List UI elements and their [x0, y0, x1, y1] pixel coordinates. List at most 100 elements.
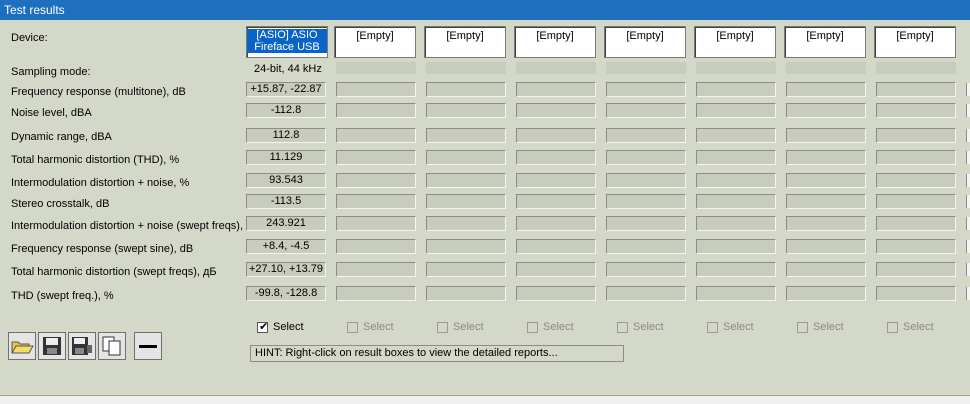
- select-checkbox-3[interactable]: Select: [437, 321, 484, 335]
- result-cell[interactable]: -113.5: [246, 194, 326, 209]
- result-cell[interactable]: [696, 216, 776, 231]
- select-checkbox-5[interactable]: Select: [617, 321, 664, 335]
- result-cell[interactable]: [606, 286, 686, 301]
- result-cell[interactable]: [336, 82, 416, 97]
- result-cell[interactable]: [876, 150, 956, 165]
- result-cell[interactable]: [336, 173, 416, 188]
- result-cell[interactable]: [786, 103, 866, 118]
- result-cell[interactable]: [696, 262, 776, 277]
- result-cell[interactable]: [336, 150, 416, 165]
- select-checkbox-7[interactable]: Select: [797, 321, 844, 335]
- result-cell[interactable]: [426, 262, 506, 277]
- result-cell[interactable]: [606, 150, 686, 165]
- device-box-4[interactable]: [Empty]: [514, 26, 596, 58]
- result-cell[interactable]: [876, 173, 956, 188]
- result-cell[interactable]: [426, 239, 506, 254]
- result-cell[interactable]: 112.8: [246, 128, 326, 143]
- result-cell[interactable]: [606, 82, 686, 97]
- result-cell[interactable]: 93.543: [246, 173, 326, 188]
- result-cell[interactable]: [516, 150, 596, 165]
- result-cell[interactable]: [426, 150, 506, 165]
- device-box-6[interactable]: [Empty]: [694, 26, 776, 58]
- result-cell[interactable]: [786, 216, 866, 231]
- result-cell[interactable]: 243.921: [246, 216, 326, 231]
- result-cell[interactable]: [426, 216, 506, 231]
- save-as-button[interactable]: [68, 332, 96, 360]
- result-cell[interactable]: [336, 262, 416, 277]
- result-cell[interactable]: [876, 239, 956, 254]
- device-box-7[interactable]: [Empty]: [784, 26, 866, 58]
- result-cell[interactable]: [696, 82, 776, 97]
- select-checkbox-2[interactable]: Select: [347, 321, 394, 335]
- remove-button[interactable]: [134, 332, 162, 360]
- result-cell[interactable]: [606, 173, 686, 188]
- result-cell[interactable]: [876, 262, 956, 277]
- result-cell[interactable]: [786, 194, 866, 209]
- result-cell[interactable]: [876, 194, 956, 209]
- result-cell[interactable]: [606, 194, 686, 209]
- result-cell[interactable]: [786, 239, 866, 254]
- result-cell[interactable]: +27.10, +13.79: [246, 262, 326, 277]
- result-cell[interactable]: [606, 216, 686, 231]
- result-cell[interactable]: [336, 286, 416, 301]
- result-cell[interactable]: [786, 286, 866, 301]
- result-cell[interactable]: +15.87, -22.87: [246, 82, 326, 97]
- result-cell[interactable]: [336, 103, 416, 118]
- result-cell[interactable]: [606, 103, 686, 118]
- result-cell[interactable]: [786, 262, 866, 277]
- device-box-8[interactable]: [Empty]: [874, 26, 956, 58]
- result-cell[interactable]: [606, 128, 686, 143]
- result-cell[interactable]: [786, 173, 866, 188]
- result-cell[interactable]: [786, 150, 866, 165]
- result-cell[interactable]: +8.4, -4.5: [246, 239, 326, 254]
- result-cell[interactable]: [876, 103, 956, 118]
- result-cell[interactable]: [426, 173, 506, 188]
- result-cell[interactable]: [336, 194, 416, 209]
- select-checkbox-6[interactable]: Select: [707, 321, 754, 335]
- result-cell[interactable]: [516, 239, 596, 254]
- open-button[interactable]: [8, 332, 36, 360]
- result-cell[interactable]: [426, 194, 506, 209]
- result-cell[interactable]: [516, 82, 596, 97]
- device-box-3[interactable]: [Empty]: [424, 26, 506, 58]
- result-cell[interactable]: -99.8, -128.8: [246, 286, 326, 301]
- result-cell[interactable]: [696, 150, 776, 165]
- result-cell[interactable]: [696, 194, 776, 209]
- result-cell[interactable]: [426, 103, 506, 118]
- result-cell[interactable]: [696, 173, 776, 188]
- select-checkbox-8[interactable]: Select: [887, 321, 934, 335]
- result-cell[interactable]: [876, 82, 956, 97]
- result-cell[interactable]: [516, 262, 596, 277]
- copy-button[interactable]: [98, 332, 126, 360]
- device-box-1[interactable]: [ASIO] ASIO Fireface USB: [246, 26, 328, 58]
- result-cell[interactable]: [876, 128, 956, 143]
- result-cell[interactable]: [876, 216, 956, 231]
- result-cell[interactable]: -112.8: [246, 103, 326, 118]
- result-cell[interactable]: [336, 216, 416, 231]
- result-cell[interactable]: [516, 103, 596, 118]
- result-cell[interactable]: [696, 239, 776, 254]
- result-cell[interactable]: [696, 128, 776, 143]
- result-cell[interactable]: [606, 239, 686, 254]
- result-cell[interactable]: [426, 82, 506, 97]
- result-cell[interactable]: [786, 82, 866, 97]
- result-cell[interactable]: [516, 194, 596, 209]
- result-cell[interactable]: [696, 286, 776, 301]
- result-cell[interactable]: [696, 103, 776, 118]
- result-cell[interactable]: [336, 239, 416, 254]
- result-cell[interactable]: [516, 128, 596, 143]
- result-cell[interactable]: [336, 128, 416, 143]
- device-box-5[interactable]: [Empty]: [604, 26, 686, 58]
- result-cell[interactable]: 11.129: [246, 150, 326, 165]
- result-cell[interactable]: [606, 262, 686, 277]
- device-box-2[interactable]: [Empty]: [334, 26, 416, 58]
- select-checkbox-4[interactable]: Select: [527, 321, 574, 335]
- result-cell[interactable]: [516, 173, 596, 188]
- result-cell[interactable]: [426, 286, 506, 301]
- save-button[interactable]: [38, 332, 66, 360]
- select-checkbox-1[interactable]: ✔ Select: [257, 321, 304, 335]
- result-cell[interactable]: [876, 286, 956, 301]
- result-cell[interactable]: [516, 216, 596, 231]
- result-cell[interactable]: [786, 128, 866, 143]
- result-cell[interactable]: [426, 128, 506, 143]
